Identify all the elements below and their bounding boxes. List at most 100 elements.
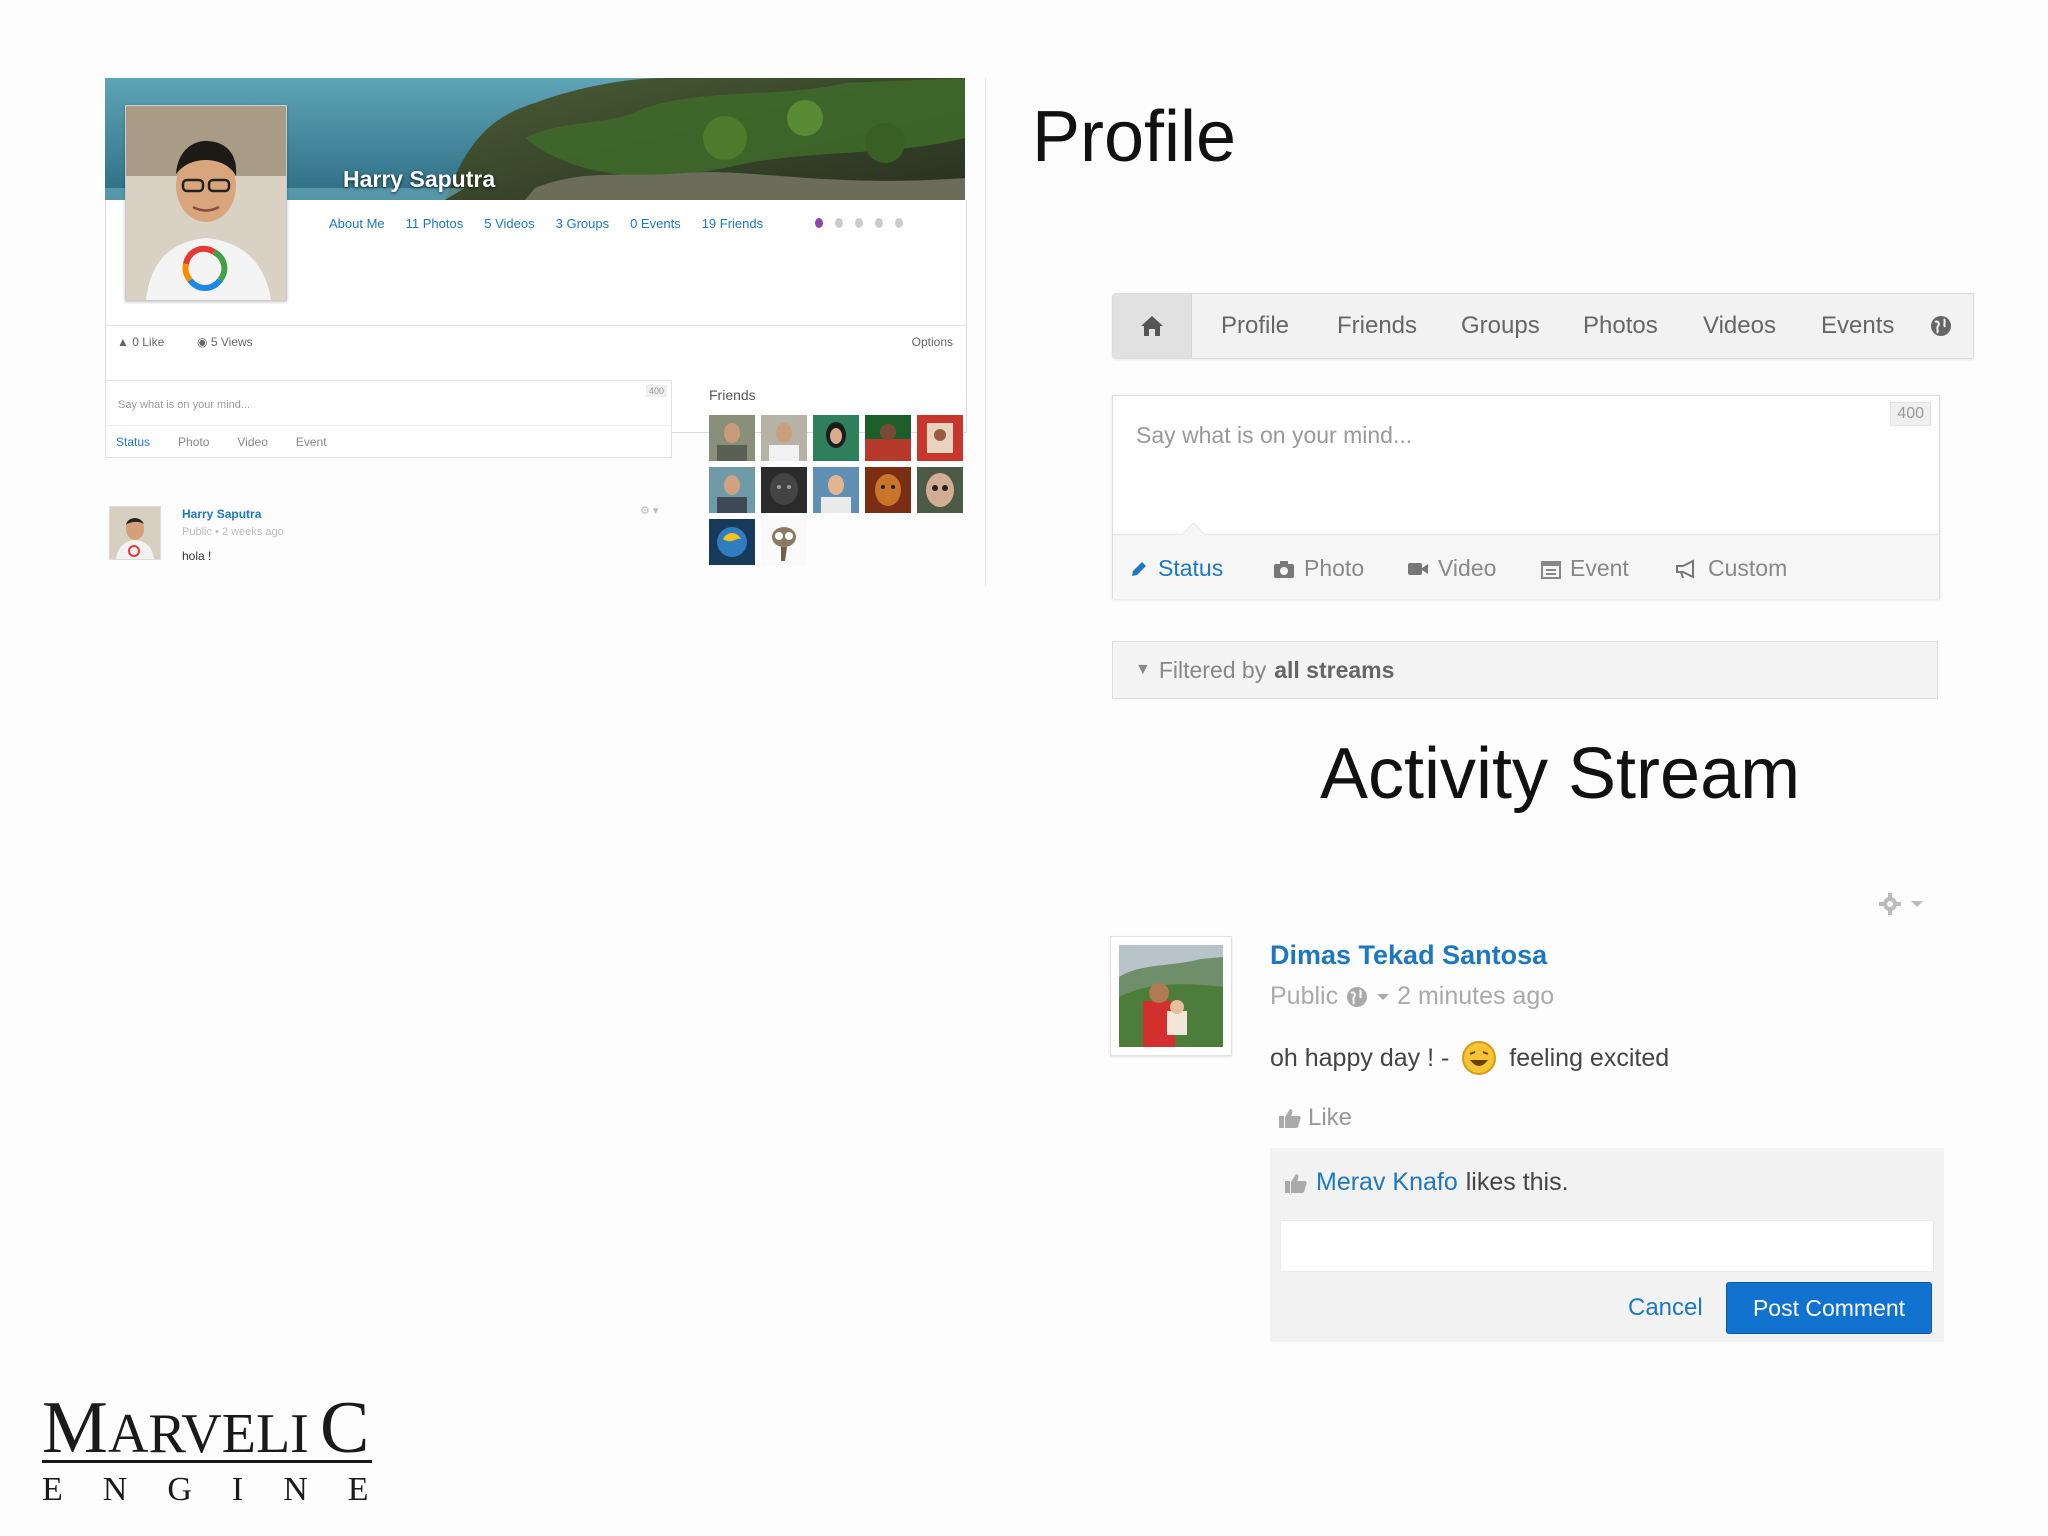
friend-avatar[interactable] [709, 519, 755, 565]
thumbs-up-icon: ▲ [117, 335, 129, 349]
nav-events[interactable]: Events [1821, 312, 1894, 340]
svg-text:M: M [42, 1388, 108, 1469]
avatar[interactable] [109, 506, 161, 560]
post-time[interactable]: 2 minutes ago [1397, 982, 1554, 1011]
nav-profile[interactable]: Profile [1221, 312, 1289, 340]
badge-icons [815, 218, 903, 228]
cancel-button[interactable]: Cancel [1628, 1294, 1703, 1322]
friend-avatar[interactable] [761, 519, 807, 565]
tab-event[interactable]: Event [1541, 555, 1629, 582]
like-count[interactable]: ▲ 0 Like [117, 335, 164, 349]
share-tab-video[interactable]: Video [237, 435, 267, 449]
profile-toolbar: Profile Friends Groups Photos Videos Eve… [1112, 293, 1974, 359]
tab-about-me[interactable]: About Me [329, 216, 385, 231]
tab-status[interactable]: Status [1129, 555, 1223, 582]
badge-drop-icon [815, 218, 823, 228]
share-tabs: Status Photo Video Event [106, 425, 671, 457]
tab-photo[interactable]: Photo [1273, 555, 1364, 582]
megaphone-icon [1676, 558, 1694, 579]
thumbs-up-icon [1279, 1109, 1301, 1128]
filter-prefix: Filtered by [1158, 656, 1267, 683]
share-tab-status[interactable]: Status [116, 435, 150, 449]
post-meta: Public • 2 weeks ago [182, 526, 284, 538]
view-count: ◉ 5 Views [197, 335, 253, 349]
tab-events[interactable]: 0 Events [630, 216, 681, 231]
badge-drop-icon [835, 218, 843, 228]
marvelic-logo: M ARVELI C ENGINE [40, 1388, 380, 1508]
svg-text:C: C [320, 1388, 369, 1469]
post-text: hola ! [182, 549, 212, 563]
like-label: Like [1308, 1104, 1353, 1131]
nav-groups[interactable]: Groups [1461, 312, 1540, 340]
like-button[interactable]: Like [1278, 1104, 1352, 1132]
privacy-label: Public [1270, 982, 1339, 1010]
home-icon [1141, 316, 1163, 336]
excited-emoji-icon [1462, 1041, 1497, 1075]
status-input[interactable]: Say what is on your mind... [1136, 422, 1412, 449]
post-content: oh happy day ! - feeling excited [1270, 1040, 1669, 1076]
share-tab-photo[interactable]: Photo [178, 435, 209, 449]
friend-avatar[interactable] [709, 415, 755, 461]
friend-avatar[interactable] [761, 415, 807, 461]
profile-avatar[interactable] [125, 105, 287, 301]
profile-preview: Harry Saputra About Me 11 Photos 5 Video… [105, 78, 986, 588]
mood-text: feeling excited [1509, 1043, 1670, 1072]
char-counter: 400 [1890, 402, 1931, 426]
comment-input[interactable] [1280, 1220, 1934, 1272]
nav-friends[interactable]: Friends [1337, 312, 1417, 340]
friend-avatar[interactable] [917, 467, 963, 513]
friend-avatar[interactable] [813, 467, 859, 513]
video-camera-icon [1408, 562, 1428, 575]
comment-section: Merav Knafo likes this. Cancel Post Comm… [1270, 1148, 1944, 1342]
post-options[interactable] [1878, 892, 1924, 916]
post-comment-button[interactable]: Post Comment [1726, 1282, 1932, 1334]
options-link[interactable]: Options [912, 335, 953, 349]
friend-avatar[interactable] [813, 415, 859, 461]
globe-icon[interactable] [1345, 985, 1369, 1009]
friends-grid [709, 415, 969, 565]
friend-avatar[interactable] [865, 415, 911, 461]
activity-stream-title: Activity Stream [1320, 734, 1801, 814]
badge-drop-icon [875, 218, 883, 228]
friend-avatar[interactable] [865, 467, 911, 513]
liker-link[interactable]: Merav Knafo [1316, 1168, 1458, 1197]
friends-title: Friends [709, 387, 756, 403]
svg-text:ARVELI: ARVELI [108, 1403, 309, 1465]
nav-videos[interactable]: Videos [1703, 312, 1776, 340]
tab-video[interactable]: Video [1407, 555, 1496, 582]
calendar-icon [1541, 560, 1561, 579]
gear-icon[interactable]: ⚙ ▾ [640, 504, 658, 517]
friend-avatar[interactable] [917, 415, 963, 461]
friend-avatar[interactable] [761, 467, 807, 513]
profile-title: Profile [1032, 97, 1237, 177]
avatar[interactable] [1110, 936, 1232, 1056]
stream-filter[interactable]: ▼ Filtered by all streams [1112, 641, 1938, 699]
home-button[interactable] [1113, 294, 1192, 358]
chevron-down-icon [1911, 901, 1923, 907]
share-placeholder[interactable]: Say what is on your mind... [118, 399, 250, 411]
tab-groups[interactable]: 3 Groups [556, 216, 609, 231]
profile-name: Harry Saputra [343, 166, 496, 192]
pencil-icon [1132, 561, 1146, 576]
eye-icon: ◉ [197, 335, 208, 349]
thumbs-up-icon [1285, 1173, 1307, 1193]
tab-photos[interactable]: 11 Photos [406, 216, 464, 231]
share-tab-event[interactable]: Event [296, 435, 327, 449]
active-tab-caret [1181, 522, 1206, 547]
mini-post: Harry Saputra Public • 2 weeks ago hola … [105, 504, 665, 594]
char-counter: 400 [645, 385, 667, 397]
globe-icon[interactable] [1929, 314, 1953, 338]
nav-photos[interactable]: Photos [1583, 312, 1658, 340]
post-author[interactable]: Harry Saputra [182, 507, 261, 521]
svg-text:ENGINE: ENGINE [42, 1471, 380, 1508]
filter-value: all streams [1274, 656, 1395, 683]
tab-videos[interactable]: 5 Videos [484, 216, 534, 231]
post-author[interactable]: Dimas Tekad Santosa [1270, 940, 1547, 971]
tab-event-label: Event [1570, 555, 1629, 581]
tab-status-label: Status [1158, 555, 1224, 581]
tab-custom[interactable]: Custom [1675, 555, 1787, 582]
friend-avatar[interactable] [709, 467, 755, 513]
tab-friends[interactable]: 19 Friends [702, 216, 763, 231]
chevron-down-icon[interactable] [1376, 992, 1390, 1002]
tab-custom-label: Custom [1708, 555, 1788, 581]
